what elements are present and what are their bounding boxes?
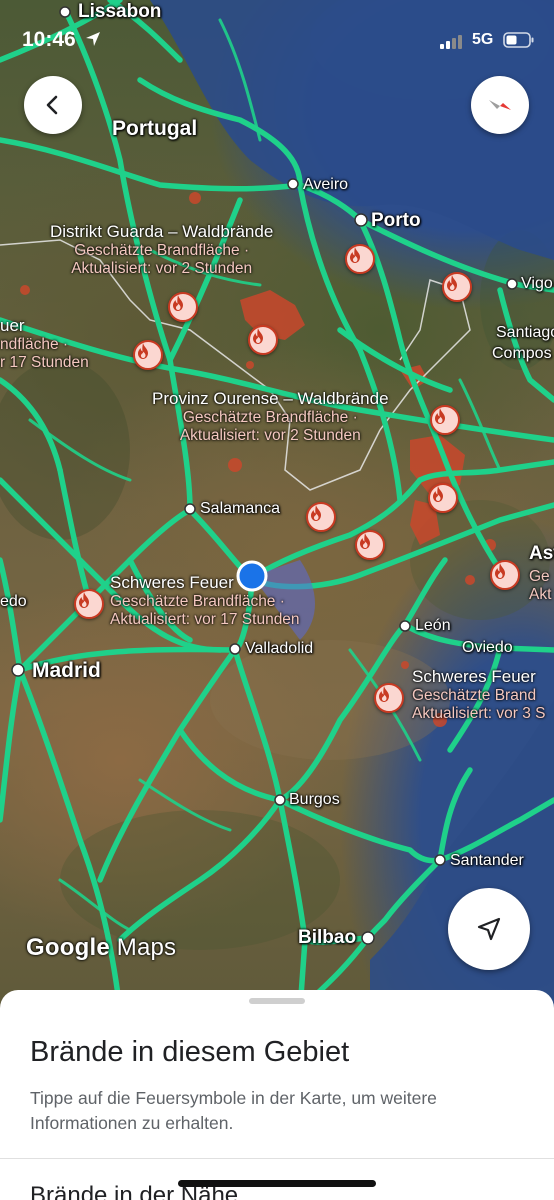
battery-icon xyxy=(503,32,534,48)
place-label[interactable]: Bilbao xyxy=(298,928,356,947)
fire-label-west-partial[interactable]: uer ndfläche · r 17 Stunden xyxy=(0,316,89,373)
place-label[interactable]: Compos xyxy=(492,346,552,362)
place-label[interactable]: Burgos xyxy=(289,792,340,808)
fire-pin[interactable] xyxy=(306,502,336,532)
sheet-title: Brände in diesem Gebiet xyxy=(30,1036,350,1068)
divider xyxy=(0,1158,554,1159)
fire-label-schweres-feuer[interactable]: Schweres Feuer Geschätzte Brandfläche · … xyxy=(110,573,300,630)
place-label[interactable]: Salamanca xyxy=(200,501,280,517)
status-time-text: 10:46 xyxy=(22,28,76,51)
flame-icon xyxy=(79,592,89,608)
location-arrow-icon xyxy=(85,32,100,46)
fire-pin[interactable] xyxy=(430,405,460,435)
place-label: Portugal xyxy=(112,117,198,140)
fire-area: Ge xyxy=(529,568,550,585)
compass-button[interactable] xyxy=(471,76,529,134)
my-location-button[interactable] xyxy=(448,888,530,970)
fire-label-ourense[interactable]: Provinz Ourense – Waldbrände Geschätzte … xyxy=(152,389,389,446)
place-label: Ast xyxy=(529,543,554,564)
place-label[interactable]: Porto xyxy=(371,211,421,230)
place-label[interactable]: Oviedo xyxy=(462,640,513,656)
google-maps-attribution: Google Maps xyxy=(26,934,176,962)
fire-label-guarda[interactable]: Distrikt Guarda – Waldbrände Geschätzte … xyxy=(50,222,273,279)
fire-updated: Akt xyxy=(529,586,552,604)
fire-updated: Aktualisiert: vor 2 Stunden xyxy=(71,260,253,278)
fire-title: Schweres Feuer xyxy=(110,573,234,592)
fire-pin[interactable] xyxy=(374,683,404,713)
flame-icon xyxy=(447,275,457,291)
status-bar: 10:46 5G xyxy=(0,0,554,80)
place-label: edo xyxy=(0,593,27,610)
place-label[interactable]: Valladolid xyxy=(245,641,313,657)
fire-pin[interactable] xyxy=(490,560,520,590)
fire-pin[interactable] xyxy=(355,530,385,560)
fire-area: Geschätzte Brandfläche · xyxy=(182,409,358,427)
attribution-google: Google xyxy=(26,934,110,961)
fire-area: Geschätzte Brandfläche · xyxy=(110,593,285,611)
navigation-arrow-icon xyxy=(477,917,501,941)
flame-icon xyxy=(173,295,183,311)
flame-icon xyxy=(360,533,370,549)
fire-pin[interactable] xyxy=(168,292,198,322)
flame-icon xyxy=(253,328,263,344)
fire-pin[interactable] xyxy=(442,272,472,302)
fire-area: ndfläche · xyxy=(0,336,69,354)
fire-updated: Aktualisiert: vor 3 S xyxy=(412,705,546,723)
fire-updated: Aktualisiert: vor 17 Stunden xyxy=(110,611,300,629)
flame-icon xyxy=(311,505,321,521)
chevron-left-icon xyxy=(46,95,58,115)
place-label[interactable]: Santiago xyxy=(496,325,554,341)
flame-icon xyxy=(138,343,148,359)
attribution-maps: Maps xyxy=(116,934,177,961)
fire-label-asturias-partial[interactable]: Ge Akt xyxy=(529,568,551,605)
back-button[interactable] xyxy=(24,76,82,134)
place-label[interactable]: Santander xyxy=(450,853,524,869)
home-indicator[interactable] xyxy=(178,1180,376,1187)
sheet-description: Tippe auf die Feuersymbole in der Karte,… xyxy=(30,1088,437,1134)
fire-pin[interactable] xyxy=(428,483,458,513)
fire-updated: Aktualisiert: vor 2 Stunden xyxy=(179,427,361,445)
fire-pin[interactable] xyxy=(74,589,104,619)
bottom-sheet[interactable]: Brände in diesem Gebiet Tippe auf die Fe… xyxy=(0,990,554,1200)
map-view[interactable]: Lissabon Portugal Aveiro Porto Vigo Sant… xyxy=(0,0,554,1010)
fire-title: Provinz Ourense – Waldbrände xyxy=(152,389,389,408)
flame-icon xyxy=(350,247,360,263)
place-label[interactable]: León xyxy=(415,618,451,634)
signal-icon xyxy=(440,35,462,49)
place-label[interactable]: Madrid xyxy=(32,660,101,681)
sheet-drag-handle[interactable] xyxy=(249,998,305,1004)
compass-icon xyxy=(489,100,511,110)
fire-title: Distrikt Guarda – Waldbrände xyxy=(50,222,274,241)
fire-area: Geschätzte Brandfläche · xyxy=(74,242,250,260)
flame-icon xyxy=(433,486,443,502)
network-type: 5G xyxy=(472,31,494,48)
flame-icon xyxy=(435,408,445,424)
fire-pin[interactable] xyxy=(345,244,375,274)
status-time: 10:46 xyxy=(22,28,101,52)
flame-icon xyxy=(495,563,505,579)
fire-pin[interactable] xyxy=(133,340,163,370)
fire-updated: r 17 Stunden xyxy=(0,354,89,372)
flame-icon xyxy=(379,686,389,702)
fire-area: Geschätzte Brand xyxy=(412,687,537,705)
fire-label-schweres-feuer-east[interactable]: Schweres Feuer Geschätzte Brand Aktualis… xyxy=(412,667,546,724)
fire-title: uer xyxy=(0,316,25,335)
fire-pin[interactable] xyxy=(248,325,278,355)
place-label[interactable]: Vigo xyxy=(521,276,553,292)
fire-title: Schweres Feuer xyxy=(412,667,536,686)
place-label[interactable]: Aveiro xyxy=(303,177,348,193)
